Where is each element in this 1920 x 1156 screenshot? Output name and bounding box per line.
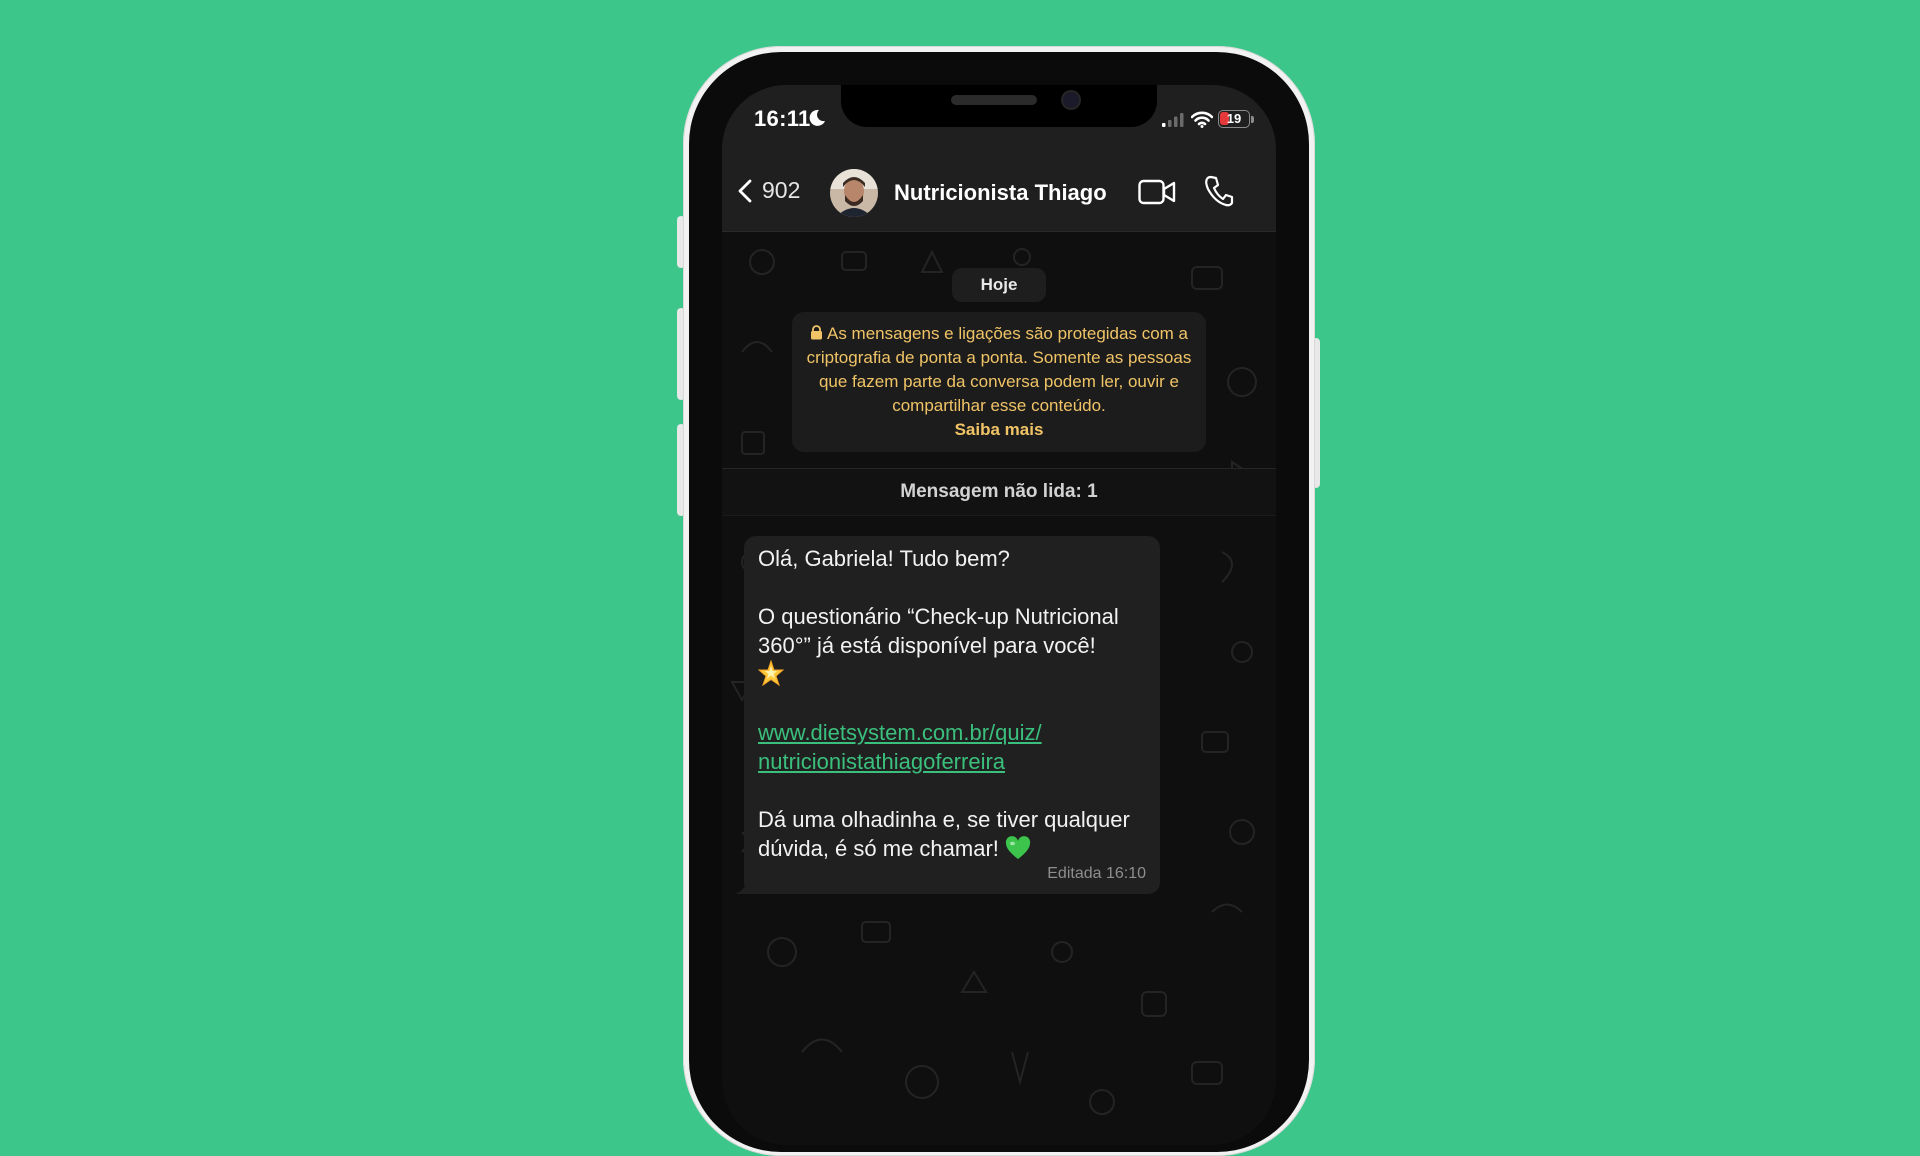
- star-emoji-icon: [758, 660, 784, 686]
- avatar[interactable]: [830, 169, 878, 217]
- phone-icon[interactable]: [1204, 175, 1234, 207]
- back-button[interactable]: 902: [736, 177, 800, 204]
- front-camera: [1063, 92, 1079, 108]
- quiz-link-line2[interactable]: nutricionistathiagoferreira: [758, 747, 1148, 776]
- unread-chats-count: 902: [762, 177, 801, 203]
- avatar-image: [830, 169, 878, 217]
- unread-messages-divider: Mensagem não lida: 1: [722, 468, 1276, 516]
- message-closing-text: Dá uma olhadinha e, se tiver qualquer dú…: [758, 807, 1130, 861]
- green-heart-emoji-icon: [1005, 836, 1031, 859]
- chat-header: 902 Nutricionista Thiago: [722, 155, 1276, 232]
- quiz-link-line1[interactable]: www.dietsystem.com.br/quiz/: [758, 718, 1148, 747]
- message-closing: Dá uma olhadinha e, se tiver qualquer dú…: [758, 805, 1148, 863]
- status-bar: 16:11 19: [722, 85, 1276, 155]
- video-camera-icon[interactable]: [1138, 179, 1176, 205]
- cellular-signal-icon: [1162, 113, 1184, 127]
- chevron-left-icon: [738, 179, 752, 202]
- date-separator: Hoje: [952, 268, 1046, 302]
- battery-cap: [1251, 116, 1254, 123]
- phone-screen: 16:11 19 902 Nutricionista Thiago Hoje A…: [722, 85, 1276, 1145]
- speaker-grille: [951, 95, 1037, 105]
- status-time: 16:11: [754, 106, 811, 131]
- incoming-message-bubble[interactable]: Olá, Gabriela! Tudo bem? O questionário …: [744, 536, 1160, 894]
- encryption-notice[interactable]: As mensagens e ligações são protegidas c…: [792, 312, 1206, 452]
- message-timestamp: Editada 16:10: [1047, 865, 1146, 882]
- contact-name[interactable]: Nutricionista Thiago: [894, 180, 1107, 206]
- learn-more-link[interactable]: Saiba mais: [804, 418, 1194, 442]
- encryption-notice-text: As mensagens e ligações são protegidas c…: [806, 324, 1192, 415]
- wifi-icon: [1191, 111, 1213, 128]
- moon-icon: [809, 109, 825, 126]
- message-body-text: O questionário “Check-up Nutricional 360…: [758, 604, 1119, 658]
- message-body: O questionário “Check-up Nutricional 360…: [758, 602, 1148, 689]
- battery-level: 19: [1226, 111, 1242, 126]
- message-greeting: Olá, Gabriela! Tudo bem?: [758, 546, 1010, 571]
- battery-icon: 19: [1218, 110, 1250, 128]
- lock-icon: [811, 325, 822, 340]
- chat-area[interactable]: Hoje As mensagens e ligações são protegi…: [722, 232, 1276, 1145]
- camera-notch: [841, 85, 1157, 127]
